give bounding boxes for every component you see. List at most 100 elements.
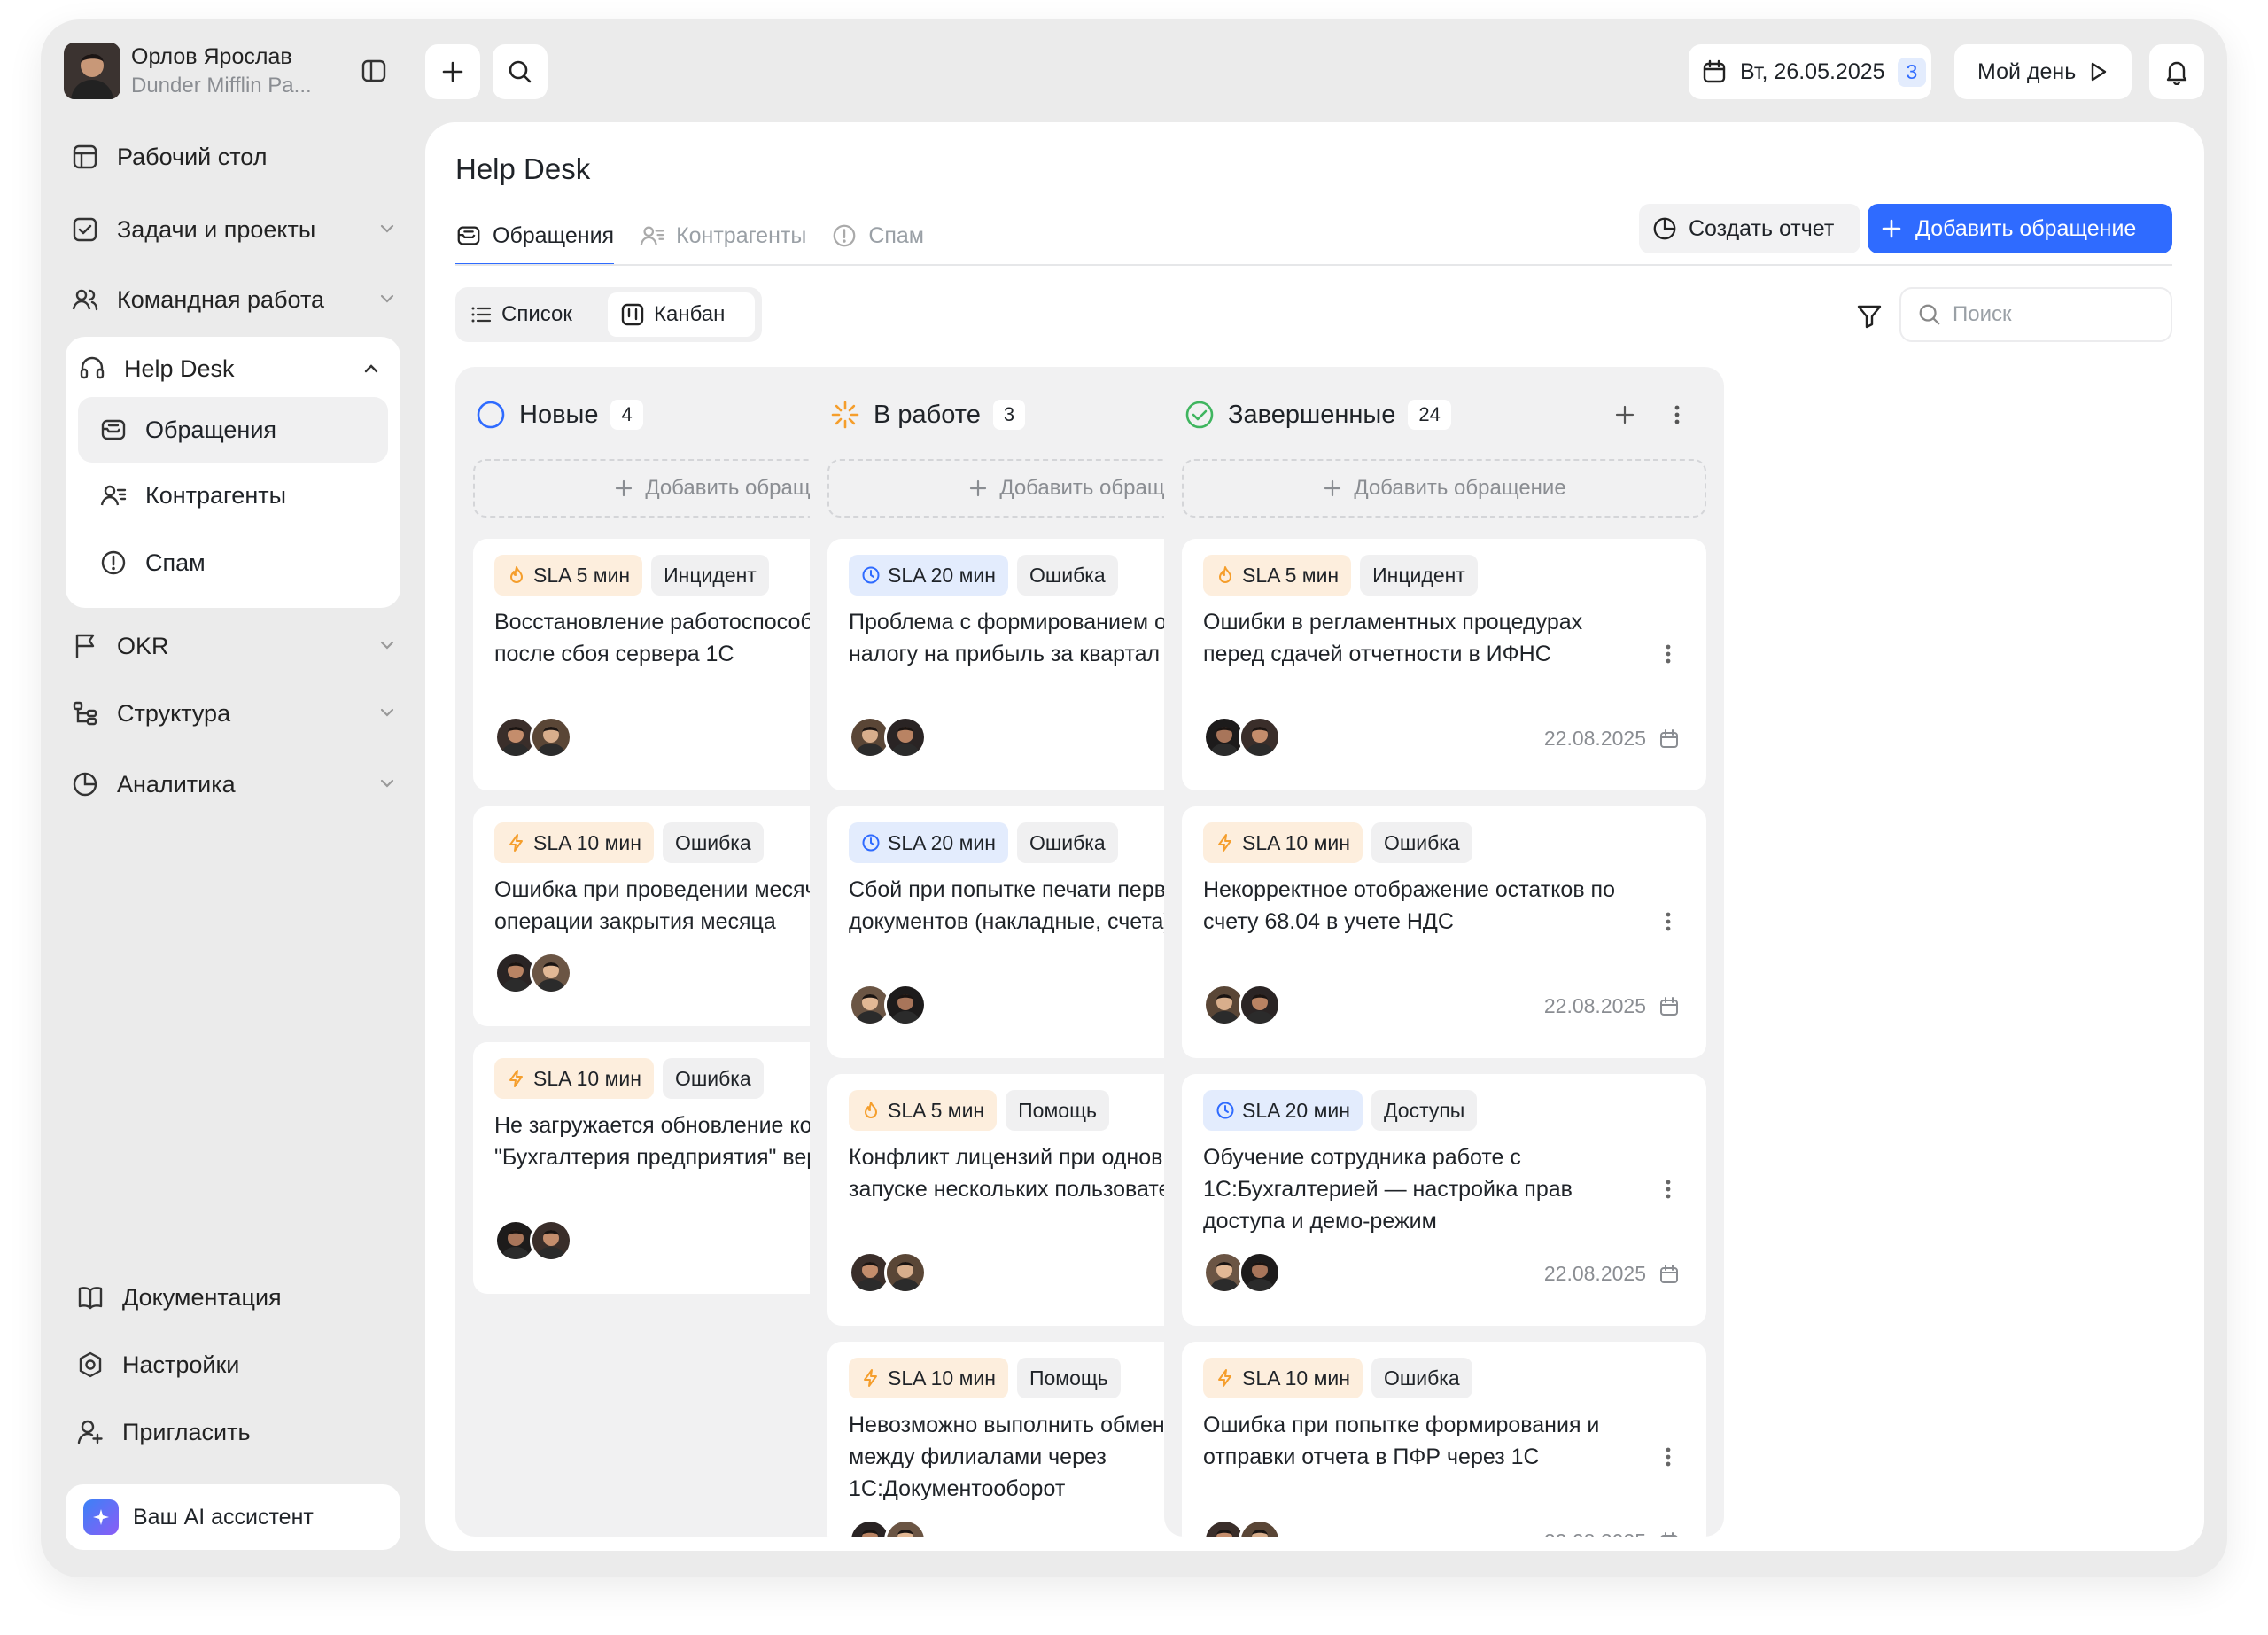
page-title: Help Desk	[455, 152, 591, 185]
avatar[interactable]	[530, 1219, 572, 1262]
tab-spam[interactable]: Спам	[831, 207, 924, 264]
sidebar-item-structure[interactable]: Структура	[67, 679, 409, 748]
sidebar-subitem-label: Обращения	[145, 416, 277, 443]
sidebar-item-label: Структура	[117, 699, 231, 727]
view-list-button[interactable]: Список	[470, 292, 594, 337]
assignee-avatars	[849, 984, 927, 1026]
my-day-button[interactable]: Мой день	[1954, 44, 2132, 99]
sla-label: SLA 20 мин	[888, 563, 996, 587]
tab-tickets[interactable]: Обращения	[455, 207, 615, 266]
assignee-avatars	[849, 716, 927, 759]
ticket-card[interactable]: SLA 10 мин Ошибка Ошибка при попытке фор…	[1182, 1342, 1706, 1537]
ticket-type-badge: Помощь	[1006, 1090, 1109, 1131]
ticket-title: Обучение сотрудника работе с 1С:Бухгалте…	[1203, 1145, 1573, 1234]
avatar[interactable]	[884, 1519, 927, 1537]
filter-icon[interactable]	[1853, 300, 1885, 331]
sidebar-item-dashboard[interactable]: Рабочий стол	[67, 122, 409, 191]
sidebar-subitem-label: Спам	[145, 549, 206, 576]
list-icon	[470, 303, 493, 326]
sla-label: SLA 10 мин	[888, 1366, 996, 1390]
sidebar-subitem-tickets[interactable]: Обращения	[78, 397, 388, 463]
fire-icon	[1216, 565, 1235, 585]
avatar[interactable]	[884, 716, 927, 759]
ticket-tags: SLA 5 мин Помощь	[849, 1090, 1118, 1131]
sidebar-subitem-contacts[interactable]: Контрагенты	[78, 463, 388, 528]
contacts-icon	[639, 222, 665, 249]
notifications-button[interactable]	[2149, 44, 2204, 99]
ticket-type-badge: Ошибка	[1016, 822, 1118, 863]
ticket-card[interactable]: SLA 20 мин Доступы Обучение сотрудника р…	[1182, 1074, 1706, 1326]
ai-assistant-button[interactable]: Ваш AI ассистент	[66, 1484, 400, 1550]
tab-contacts[interactable]: Контрагенты	[639, 207, 806, 264]
ticket-type-badge: Ошибка	[1016, 555, 1118, 596]
sidebar-subitem-spam[interactable]: Спам	[78, 530, 388, 596]
date-button[interactable]: Вт, 26.05.2025 3	[1689, 44, 1931, 99]
ticket-card[interactable]: SLA 10 мин Ошибка Некорректное отображен…	[1182, 806, 1706, 1058]
sidebar-item-label: Настройки	[122, 1351, 240, 1378]
book-icon	[73, 1280, 108, 1315]
assignee-avatars	[849, 1519, 927, 1537]
tickets-icon	[96, 412, 131, 448]
sidebar-item-okr[interactable]: OKR	[67, 611, 409, 681]
create-report-label: Создать отчет	[1689, 215, 1835, 241]
sla-label: SLA 10 мин	[533, 1066, 641, 1090]
avatar[interactable]	[1239, 1519, 1281, 1537]
avatar[interactable]	[530, 952, 572, 994]
sidebar-item-docs[interactable]: Документация	[73, 1264, 415, 1331]
column-add-icon[interactable]	[1612, 402, 1637, 427]
tasks-icon	[67, 212, 103, 247]
sla-badge: SLA 20 мин	[849, 822, 1008, 863]
sla-label: SLA 5 мин	[533, 563, 631, 587]
user-company: Dunder Mifflin Pa...	[131, 73, 312, 97]
avatar[interactable]	[1239, 716, 1281, 759]
search-icon	[1917, 302, 1942, 327]
ticket-menu-icon[interactable]	[1664, 909, 1673, 934]
ticket-card[interactable]: SLA 5 мин Инцидент Ошибки в регламентных…	[1182, 539, 1706, 790]
bolt-icon	[507, 1069, 526, 1088]
sla-label: SLA 10 мин	[1242, 830, 1350, 854]
ticket-menu-icon[interactable]	[1664, 642, 1673, 666]
sla-badge: SLA 5 мин	[1203, 555, 1352, 596]
avatar[interactable]	[884, 1251, 927, 1294]
search-button[interactable]	[493, 44, 548, 99]
ticket-type-badge: Ошибка	[662, 1058, 764, 1099]
ticket-tags: SLA 20 мин Ошибка	[849, 555, 1127, 596]
calendar-icon	[1658, 996, 1680, 1017]
add-ticket-card-button[interactable]: Добавить обращение	[1182, 459, 1706, 518]
assignee-avatars	[494, 952, 572, 994]
column-title: Новые	[519, 400, 599, 429]
avatar[interactable]	[530, 716, 572, 759]
sidebar-item-label: Аналитика	[117, 770, 236, 798]
search-field[interactable]: Поиск	[1899, 287, 2172, 342]
ticket-menu-icon[interactable]	[1664, 1177, 1673, 1202]
ticket-menu-icon[interactable]	[1664, 1444, 1673, 1469]
column-menu-icon[interactable]	[1673, 402, 1682, 427]
sla-label: SLA 5 мин	[1242, 563, 1340, 587]
avatar[interactable]	[1239, 1251, 1281, 1294]
add-button[interactable]	[425, 44, 480, 99]
create-report-button[interactable]: Создать отчет	[1639, 204, 1860, 253]
sidebar-toggle-icon[interactable]	[358, 55, 390, 87]
sidebar-item-helpdesk[interactable]: Help Desk	[74, 337, 393, 401]
ticket-tags: SLA 10 мин Ошибка	[494, 822, 773, 863]
sidebar-item-settings[interactable]: Настройки	[73, 1331, 415, 1398]
date-count-badge: 3	[1897, 57, 1927, 87]
sidebar-item-invite[interactable]: Пригласить	[73, 1398, 415, 1466]
ticket-type-badge: Доступы	[1371, 1090, 1478, 1131]
sparkle-icon	[83, 1499, 119, 1535]
sidebar-item-tasks[interactable]: Задачи и проекты	[67, 195, 409, 264]
sidebar-item-team[interactable]: Командная работа	[67, 265, 409, 334]
sidebar-item-analytics[interactable]: Аналитика	[67, 750, 409, 819]
ticket-tags: SLA 20 мин Ошибка	[849, 822, 1127, 863]
ai-assistant-label: Ваш AI ассистент	[133, 1504, 314, 1530]
sidebar-item-label: Задачи и проекты	[117, 215, 316, 243]
tab-label: Обращения	[493, 222, 615, 248]
assignee-avatars	[494, 716, 572, 759]
clock-icon	[861, 833, 881, 853]
avatar[interactable]	[1239, 984, 1281, 1026]
ticket-date: 22.08.2025	[1544, 1530, 1680, 1537]
add-ticket-button[interactable]: Добавить обращение	[1868, 204, 2172, 253]
view-kanban-button[interactable]: Канбан	[608, 292, 755, 337]
avatar[interactable]	[884, 984, 927, 1026]
user-profile[interactable]: Орлов Ярослав Dunder Mifflin Pa...	[64, 43, 312, 99]
